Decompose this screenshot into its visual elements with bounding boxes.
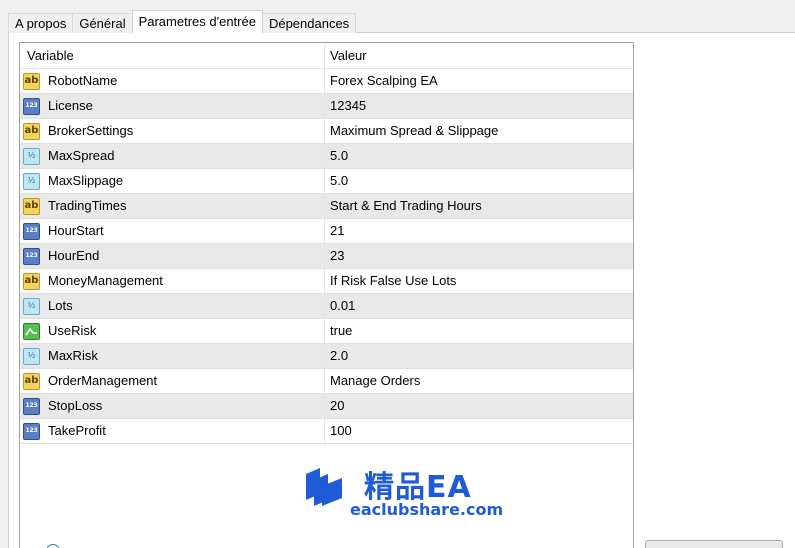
string-type-icon: ab [23,197,40,215]
table-body: ab RobotName Forex Scalping EA 123 License 12… [20,69,633,444]
value-cell[interactable]: 12345 [325,94,633,118]
table-row[interactable]: ½ Lots 0.01 [20,294,633,319]
variable-cell: 123 HourEnd [20,244,325,268]
value-cell[interactable]: Forex Scalping EA [325,69,633,93]
variable-name: MoneyManagement [48,273,163,288]
variable-name: MaxSpread [48,148,115,163]
column-header-value[interactable]: Valeur [325,43,633,68]
variable-name: StopLoss [48,398,103,413]
variable-cell: ab BrokerSettings [20,119,325,143]
variable-cell: 123 StopLoss [20,394,325,418]
tab-input-parameters[interactable]: Parametres d'entrée [131,10,263,33]
table-row[interactable]: 123 HourStart 21 [20,219,633,244]
table-row[interactable]: 123 StopLoss 20 [20,394,633,419]
table-row[interactable]: ½ MaxSpread 5.0 [20,144,633,169]
variable-cell: ab RobotName [20,69,325,93]
variable-cell: 123 HourStart [20,219,325,243]
double-type-icon: ½ [23,297,40,315]
value-cell[interactable]: 100 [325,419,633,443]
value-cell[interactable]: Start & End Trading Hours [325,194,633,218]
integer-type-icon: 123 [23,397,40,415]
variable-cell: ab OrderManagement [20,369,325,393]
variable-cell: ab MoneyManagement [20,269,325,293]
watermark-logo-icon [306,468,342,506]
side-button[interactable] [645,540,783,548]
string-type-icon: ab [23,272,40,290]
variable-name: MaxSlippage [48,173,124,188]
value-cell[interactable]: true [325,319,633,343]
value-cell[interactable]: 23 [325,244,633,268]
value-cell[interactable]: 21 [325,219,633,243]
value-cell[interactable]: If Risk False Use Lots [325,269,633,293]
window: A propos Général Parametres d'entrée Dép… [0,0,795,548]
watermark-url: eaclubshare.com [350,500,504,519]
watermark: 精品EA eaclubshare.com [300,460,504,522]
tab-dependencies[interactable]: Dépendances [261,13,357,33]
value-cell[interactable]: 5.0 [325,144,633,168]
variable-cell: ½ Lots [20,294,325,318]
table-row[interactable]: 123 License 12345 [20,94,633,119]
variable-name: Lots [48,298,73,313]
variable-name: MaxRisk [48,348,98,363]
variable-name: BrokerSettings [48,123,134,138]
bool-type-icon [23,322,40,340]
integer-type-icon: 123 [23,247,40,265]
integer-type-icon: 123 [23,422,40,440]
variable-cell: ab TradingTimes [20,194,325,218]
string-type-icon: ab [23,72,40,90]
table-row[interactable]: ab BrokerSettings Maximum Spread & Slippag… [20,119,633,144]
string-type-icon: ab [23,372,40,390]
table-row[interactable]: 123 HourEnd 23 [20,244,633,269]
double-type-icon: ½ [23,347,40,365]
value-cell[interactable]: 5.0 [325,169,633,193]
table-row[interactable]: ab MoneyManagement If Risk False Use Lots [20,269,633,294]
variable-name: HourStart [48,223,104,238]
tab-about[interactable]: A propos [8,13,74,33]
variable-name: License [48,98,93,113]
variable-cell: UseRisk [20,319,325,343]
variable-name: TakeProfit [48,423,106,438]
value-cell[interactable]: 20 [325,394,633,418]
tab-general[interactable]: Général [72,13,133,33]
variable-cell: 123 TakeProfit [20,419,325,443]
variable-cell: ½ MaxSpread [20,144,325,168]
table-row[interactable]: 123 TakeProfit 100 [20,419,633,444]
column-header-variable[interactable]: Variable [20,43,325,68]
tab-bar: A propos Général Parametres d'entrée Dép… [8,10,357,33]
variable-cell: ½ MaxSlippage [20,169,325,193]
variable-name: UseRisk [48,323,97,338]
variable-cell: 123 License [20,94,325,118]
table-row[interactable]: ab RobotName Forex Scalping EA [20,69,633,94]
table-header: Variable Valeur [20,43,633,69]
variable-name: OrderManagement [48,373,158,388]
value-cell[interactable]: Maximum Spread & Slippage [325,119,633,143]
double-type-icon: ½ [23,172,40,190]
integer-type-icon: 123 [23,222,40,240]
table-row[interactable]: ½ MaxRisk 2.0 [20,344,633,369]
variable-name: HourEnd [48,248,100,263]
value-cell[interactable]: Manage Orders [325,369,633,393]
table-row[interactable]: ab OrderManagement Manage Orders [20,369,633,394]
variable-name: RobotName [48,73,118,88]
table-row[interactable]: UseRisk true [20,319,633,344]
string-type-icon: ab [23,122,40,140]
table-row[interactable]: ab TradingTimes Start & End Trading Hours [20,194,633,219]
variable-name: TradingTimes [48,198,127,213]
value-cell[interactable]: 0.01 [325,294,633,318]
table-row[interactable]: ½ MaxSlippage 5.0 [20,169,633,194]
variable-cell: ½ MaxRisk [20,344,325,368]
double-type-icon: ½ [23,147,40,165]
integer-type-icon: 123 [23,97,40,115]
value-cell[interactable]: 2.0 [325,344,633,368]
